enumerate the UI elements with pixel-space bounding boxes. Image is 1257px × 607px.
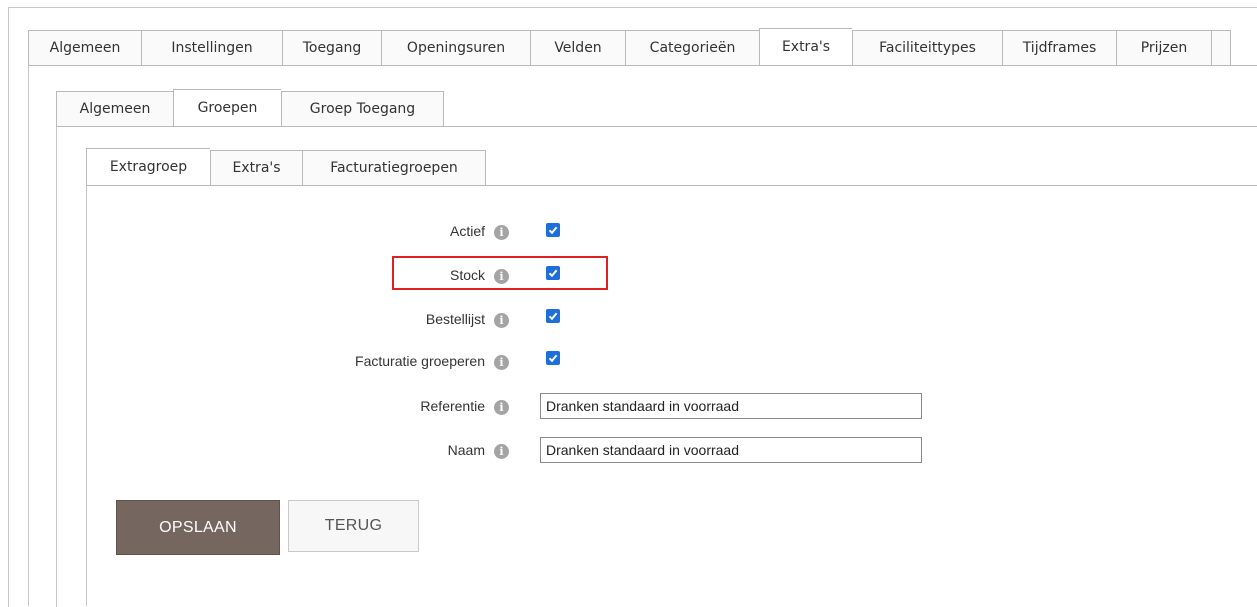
checkmark-icon xyxy=(548,269,558,278)
save-button[interactable]: OPSLAAN xyxy=(116,500,280,555)
main-tabs: Algemeen Instellingen Toegang Openingsur… xyxy=(28,28,1231,66)
tab-inner-extragroep[interactable]: Extragroep xyxy=(86,148,210,186)
bestellijst-label: Bestellijst xyxy=(425,311,485,327)
info-icon[interactable]: i xyxy=(494,225,509,240)
stock-label: Stock xyxy=(449,267,485,283)
tab-sub-groep-toegang[interactable]: Groep Toegang xyxy=(281,91,444,127)
tab-tijdframes[interactable]: Tijdframes xyxy=(1002,30,1116,66)
tab-velden[interactable]: Velden xyxy=(530,30,625,66)
bestellijst-checkbox[interactable] xyxy=(546,309,560,323)
checkmark-icon xyxy=(548,226,558,235)
info-icon[interactable]: i xyxy=(494,313,509,328)
info-icon[interactable]: i xyxy=(494,400,509,415)
tab-inner-facturatiegroepen[interactable]: Facturatiegroepen xyxy=(302,150,486,186)
tab-sub-algemeen[interactable]: Algemeen xyxy=(56,91,173,127)
actief-label: Actief xyxy=(449,223,485,239)
tab-openingsuren[interactable]: Openingsuren xyxy=(381,30,530,66)
tab-categorieen[interactable]: Categorieën xyxy=(625,30,759,66)
tab-instellingen[interactable]: Instellingen xyxy=(141,30,282,66)
stock-checkbox[interactable] xyxy=(546,266,560,280)
info-icon[interactable]: i xyxy=(494,269,509,284)
referentie-input[interactable] xyxy=(540,393,922,419)
inner-tabs: Extragroep Extra's Facturatiegroepen xyxy=(86,148,486,186)
referentie-label: Referentie xyxy=(420,398,485,414)
info-icon[interactable]: i xyxy=(494,444,509,459)
info-icon[interactable]: i xyxy=(494,355,509,370)
tab-extras[interactable]: Extra's xyxy=(759,28,852,66)
tab-inner-extras[interactable]: Extra's xyxy=(210,150,302,186)
actief-checkbox[interactable] xyxy=(546,223,560,237)
sub-tabs: Algemeen Groepen Groep Toegang xyxy=(56,89,444,127)
back-button[interactable]: TERUG xyxy=(288,500,419,552)
tab-toegang[interactable]: Toegang xyxy=(282,30,381,66)
tab-sub-groepen[interactable]: Groepen xyxy=(173,89,281,127)
checkmark-icon xyxy=(548,312,558,321)
naam-label: Naam xyxy=(447,442,485,458)
naam-input[interactable] xyxy=(540,437,922,463)
tab-faciliteittypes[interactable]: Faciliteittypes xyxy=(852,30,1002,66)
facturatie-groeperen-label: Facturatie groeperen xyxy=(355,353,485,369)
tab-more[interactable] xyxy=(1211,30,1231,66)
facturatie-groeperen-checkbox[interactable] xyxy=(546,351,560,365)
tab-algemeen[interactable]: Algemeen xyxy=(28,30,141,66)
checkmark-icon xyxy=(548,354,558,363)
tab-prijzen[interactable]: Prijzen xyxy=(1116,30,1211,66)
